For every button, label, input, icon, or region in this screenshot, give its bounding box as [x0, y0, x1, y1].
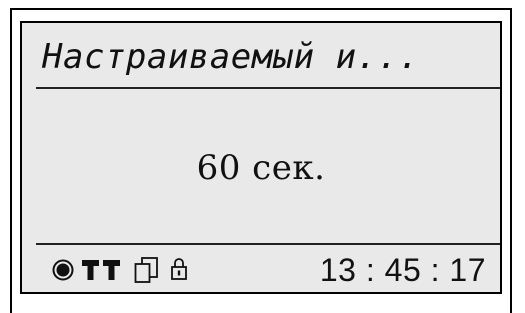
lock-icon [171, 258, 187, 280]
key-icon [82, 260, 99, 280]
status-bar: 13 : 45 : 17 [38, 249, 500, 289]
record-icon [52, 259, 74, 281]
key-icon [103, 260, 120, 280]
copy-icon [134, 257, 158, 283]
timeout-value: 60 сек. [196, 148, 326, 188]
screen-title: Настраиваемый и... [42, 37, 420, 77]
clock: 13 : 45 : 17 [319, 252, 486, 288]
title-divider [36, 87, 500, 89]
status-divider [36, 243, 500, 245]
lcd-screen: Настраиваемый и... 60 сек. 13 : 45 : 17 [20, 21, 502, 294]
